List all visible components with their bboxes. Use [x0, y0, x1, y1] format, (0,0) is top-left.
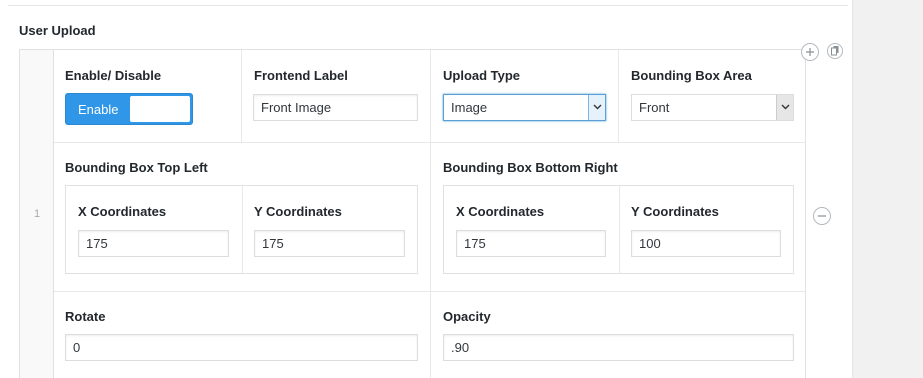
frontend-label-input[interactable]: Front Image — [253, 94, 418, 121]
remove-row-button[interactable] — [813, 207, 831, 225]
repeater-card: User Upload 1 Enable/ Disable Enable Fro… — [0, 0, 853, 378]
row-divider — [54, 291, 806, 292]
top-left-y-label: Y Coordinates — [254, 204, 342, 219]
bottom-right-x-input[interactable]: 175 — [456, 230, 606, 257]
enable-toggle[interactable]: Enable — [65, 93, 193, 125]
add-row-button[interactable] — [801, 43, 819, 61]
section-title: User Upload — [19, 23, 96, 38]
col-divider — [618, 50, 619, 142]
opacity-label: Opacity — [443, 309, 491, 324]
row-drag-handle[interactable]: 1 — [20, 50, 54, 378]
upload-type-select[interactable]: Image — [443, 94, 606, 121]
rotate-input[interactable]: 0 — [65, 334, 418, 361]
enable-label: Enable/ Disable — [65, 68, 162, 83]
copy-icon — [827, 43, 843, 59]
col-divider — [242, 186, 243, 273]
bottom-right-x-label: X Coordinates — [456, 204, 545, 219]
chevron-down-icon[interactable] — [588, 95, 605, 120]
rotate-label: Rotate — [65, 309, 106, 324]
bottom-right-y-label: Y Coordinates — [631, 204, 719, 219]
bottom-right-y-input[interactable]: 100 — [631, 230, 781, 257]
bounding-area-label: Bounding Box Area — [631, 68, 752, 83]
chevron-down-icon[interactable] — [776, 95, 793, 120]
bounding-area-value: Front — [639, 100, 670, 115]
toggle-knob — [130, 96, 190, 122]
upload-type-label: Upload Type — [443, 68, 521, 83]
opacity-input[interactable]: .90 — [443, 334, 794, 361]
top-left-label: Bounding Box Top Left — [65, 160, 208, 175]
col-divider — [619, 186, 620, 273]
top-left-x-input[interactable]: 175 — [78, 230, 229, 257]
top-left-y-input[interactable]: 175 — [254, 230, 405, 257]
top-left-x-label: X Coordinates — [78, 204, 167, 219]
bottom-right-label: Bounding Box Bottom Right — [443, 160, 618, 175]
frontend-label-label: Frontend Label — [254, 68, 348, 83]
plus-icon — [806, 48, 814, 56]
minus-icon — [818, 215, 826, 217]
row-index: 1 — [34, 208, 41, 220]
duplicate-row-button[interactable] — [827, 42, 843, 60]
upload-type-value: Image — [451, 100, 488, 115]
card-divider — [8, 5, 848, 6]
row-divider — [54, 142, 806, 143]
col-divider — [430, 50, 431, 378]
toggle-state-text: Enable — [78, 102, 119, 117]
col-divider — [241, 50, 242, 142]
bounding-area-select[interactable]: Front — [631, 94, 794, 121]
